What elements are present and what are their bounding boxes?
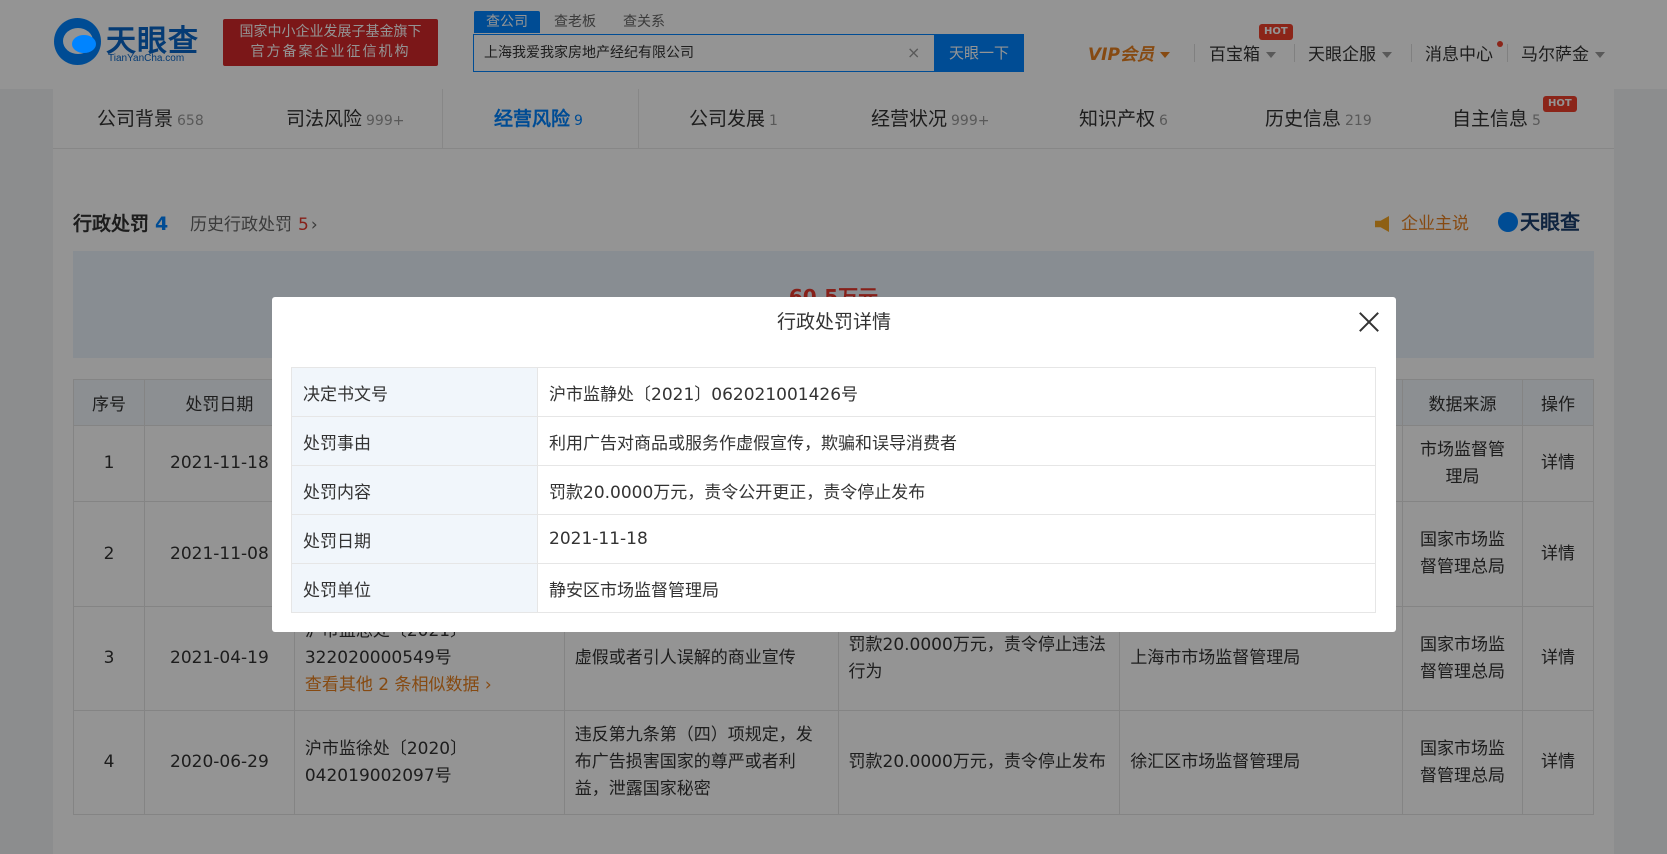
detail-value: 罚款20.0000万元，责令公开更正，责令停止发布 xyxy=(537,465,1376,515)
detail-value: 利用广告对商品或服务作虚假宣传，欺骗和误导消费者 xyxy=(537,416,1376,466)
penalty-detail-modal: 行政处罚详情 决定书文号 沪市监静处〔2021〕062021001426号 处罚事… xyxy=(272,297,1396,632)
detail-key: 处罚内容 xyxy=(291,465,538,515)
detail-row: 处罚内容 罚款20.0000万元，责令公开更正，责令停止发布 xyxy=(291,465,1376,515)
detail-key: 处罚单位 xyxy=(291,563,538,613)
modal-title: 行政处罚详情 xyxy=(776,311,891,333)
close-icon[interactable] xyxy=(1358,311,1380,333)
detail-row: 决定书文号 沪市监静处〔2021〕062021001426号 xyxy=(291,367,1376,417)
detail-key: 处罚日期 xyxy=(291,514,538,564)
detail-row: 处罚单位 静安区市场监督管理局 xyxy=(291,563,1376,613)
detail-value: 静安区市场监督管理局 xyxy=(537,563,1376,613)
modal-detail-table: 决定书文号 沪市监静处〔2021〕062021001426号 处罚事由 利用广告对商… xyxy=(291,367,1376,613)
detail-key: 决定书文号 xyxy=(291,367,538,417)
detail-key: 处罚事由 xyxy=(291,416,538,466)
detail-row: 处罚日期 2021-11-18 xyxy=(291,514,1376,564)
detail-value: 沪市监静处〔2021〕062021001426号 xyxy=(537,367,1376,417)
detail-value: 2021-11-18 xyxy=(537,514,1376,564)
detail-row: 处罚事由 利用广告对商品或服务作虚假宣传，欺骗和误导消费者 xyxy=(291,416,1376,466)
